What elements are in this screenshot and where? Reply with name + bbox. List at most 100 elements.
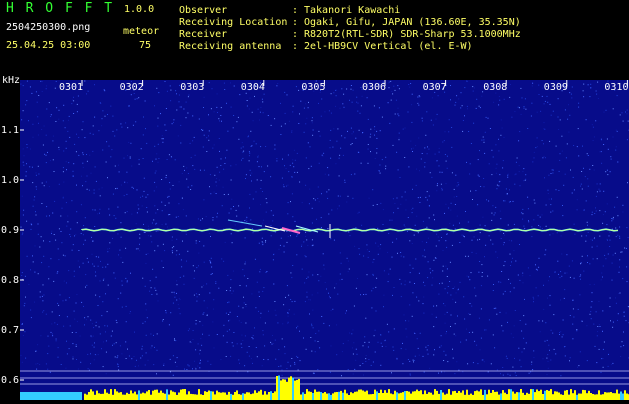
activity-bar bbox=[474, 391, 476, 400]
activity-bar bbox=[102, 394, 104, 400]
activity-bar bbox=[194, 394, 196, 400]
activity-bar bbox=[230, 394, 232, 400]
activity-bar bbox=[168, 395, 170, 401]
activity-bar bbox=[150, 395, 152, 400]
activity-bar bbox=[176, 395, 178, 400]
activity-bar bbox=[516, 392, 518, 400]
activity-bar bbox=[568, 395, 570, 400]
activity-bar bbox=[528, 394, 530, 400]
y-tick-label: 0.6 bbox=[1, 375, 19, 386]
activity-bar bbox=[366, 391, 368, 400]
activity-bar bbox=[238, 394, 240, 400]
activity-bar bbox=[534, 392, 536, 400]
activity-bar bbox=[436, 391, 438, 400]
activity-bar bbox=[510, 389, 512, 400]
activity-bar bbox=[338, 392, 340, 400]
activity-bar bbox=[608, 392, 610, 400]
activity-bar bbox=[404, 391, 406, 400]
activity-bar bbox=[554, 391, 556, 400]
activity-bar bbox=[104, 389, 106, 400]
activity-bar bbox=[174, 392, 176, 400]
activity-bar bbox=[298, 379, 300, 400]
activity-bar bbox=[530, 389, 532, 400]
activity-bar bbox=[520, 389, 522, 400]
activity-bar bbox=[400, 393, 402, 400]
activity-bar bbox=[434, 389, 436, 400]
activity-bar bbox=[226, 395, 228, 400]
activity-bar bbox=[252, 394, 254, 401]
activity-bar bbox=[158, 393, 160, 400]
meteor-label: meteor bbox=[123, 26, 159, 38]
activity-bar bbox=[208, 391, 210, 401]
activity-bar bbox=[330, 395, 332, 400]
activity-bar bbox=[552, 394, 554, 400]
activity-bar bbox=[198, 389, 200, 400]
activity-bar bbox=[478, 391, 480, 400]
activity-bar bbox=[320, 392, 322, 400]
activity-bar bbox=[136, 394, 138, 400]
activity-bar bbox=[468, 395, 470, 400]
activity-bar bbox=[624, 390, 626, 400]
activity-bar bbox=[294, 381, 296, 400]
activity-bar bbox=[602, 394, 604, 400]
activity-bar bbox=[582, 390, 584, 400]
activity-bar bbox=[448, 389, 450, 400]
activity-bar bbox=[622, 394, 624, 401]
activity-bar bbox=[106, 393, 108, 400]
activity-bar bbox=[414, 391, 416, 400]
y-tick-label: 1.1 bbox=[1, 125, 19, 136]
info-key-location: Receiving Location bbox=[179, 17, 287, 29]
activity-bar bbox=[148, 390, 150, 400]
activity-bar bbox=[310, 392, 312, 400]
activity-bar bbox=[144, 393, 146, 400]
activity-bar bbox=[584, 390, 586, 400]
activity-bar bbox=[86, 395, 88, 400]
activity-bar bbox=[464, 395, 466, 400]
activity-bar bbox=[352, 393, 354, 400]
activity-bar bbox=[558, 393, 560, 401]
activity-bar bbox=[96, 391, 98, 400]
activity-bar bbox=[296, 380, 298, 400]
activity-bar bbox=[196, 395, 198, 400]
activity-bar bbox=[122, 395, 124, 400]
activity-bar bbox=[402, 392, 404, 400]
activity-bar bbox=[100, 394, 102, 400]
activity-bar bbox=[274, 391, 276, 400]
activity-bar bbox=[112, 395, 114, 400]
activity-bar bbox=[394, 391, 396, 400]
activity-bar bbox=[316, 392, 318, 400]
activity-bar bbox=[346, 393, 348, 400]
activity-bar bbox=[494, 392, 496, 400]
y-unit-label: kHz bbox=[2, 76, 20, 86]
activity-bar bbox=[620, 392, 622, 401]
spectrogram-background bbox=[20, 80, 629, 400]
info-key-antenna: Receiving antenna bbox=[179, 41, 281, 53]
activity-bar bbox=[364, 392, 366, 400]
activity-bar bbox=[318, 392, 320, 400]
activity-bar bbox=[200, 394, 202, 400]
activity-bar bbox=[224, 393, 226, 401]
activity-bar bbox=[232, 395, 234, 400]
activity-bar bbox=[116, 391, 118, 400]
activity-bar bbox=[372, 394, 374, 400]
activity-bar bbox=[290, 376, 292, 400]
activity-bar bbox=[408, 392, 410, 400]
activity-bar bbox=[322, 393, 324, 400]
activity-bar bbox=[268, 392, 270, 400]
activity-bar bbox=[306, 389, 308, 400]
y-tick-label: 0.7 bbox=[1, 325, 19, 336]
activity-bar bbox=[420, 390, 422, 400]
activity-bar bbox=[152, 391, 154, 400]
activity-bar bbox=[426, 394, 428, 400]
activity-bar bbox=[388, 389, 390, 400]
activity-bar bbox=[458, 391, 460, 400]
activity-bar bbox=[286, 382, 288, 400]
x-tick-label: 0301 bbox=[59, 82, 83, 93]
activity-bar bbox=[220, 393, 222, 400]
info-value-location: Ogaki, Gifu, JAPAN (136.60E, 35.35N) bbox=[304, 17, 521, 29]
activity-bar bbox=[190, 394, 192, 400]
activity-bar bbox=[490, 393, 492, 400]
activity-bar bbox=[162, 393, 164, 400]
activity-bar bbox=[254, 390, 256, 400]
activity-bar bbox=[264, 391, 266, 400]
